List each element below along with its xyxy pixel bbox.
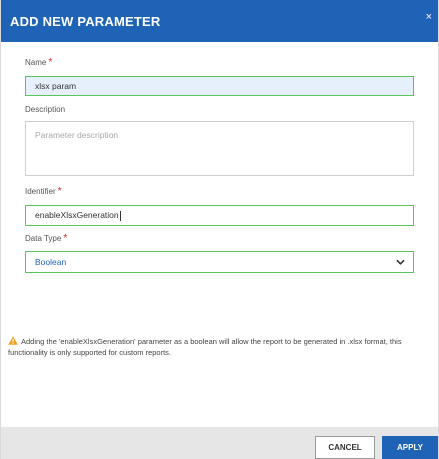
dialog-title: ADD NEW PARAMETER (10, 14, 161, 29)
data-type-select[interactable]: Boolean (25, 251, 414, 273)
warning-icon (8, 336, 18, 345)
required-mark: * (63, 233, 68, 244)
notice-message: Adding the 'enableXlsxGeneration' parame… (8, 336, 432, 358)
dialog-header: ADD NEW PARAMETER × (1, 0, 438, 42)
chevron-down-icon[interactable] (396, 258, 405, 267)
apply-button[interactable]: APPLY (382, 436, 438, 459)
identifier-label-text: Identifier (25, 187, 56, 196)
identifier-label: Identifier * (25, 186, 62, 197)
dialog-footer: CANCEL APPLY (1, 427, 438, 459)
notice-text: Adding the 'enableXlsxGeneration' parame… (8, 337, 402, 357)
text-caret (119, 210, 121, 221)
description-label: Description (25, 105, 66, 114)
name-input[interactable]: xlsx param (25, 76, 414, 96)
description-input[interactable]: Parameter description (25, 121, 414, 176)
identifier-value: enableXlsxGeneration (35, 210, 119, 220)
close-icon[interactable]: × (426, 12, 432, 23)
name-label-text: Name (25, 58, 47, 67)
required-mark: * (48, 57, 53, 68)
cancel-button[interactable]: CANCEL (315, 436, 375, 459)
data-type-label: Data Type * (25, 233, 67, 244)
required-mark: * (57, 186, 62, 197)
data-type-selected: Boolean (35, 257, 67, 267)
name-label: Name * (25, 57, 52, 68)
identifier-input[interactable]: enableXlsxGeneration (25, 205, 414, 226)
add-parameter-dialog: ADD NEW PARAMETER × Name * xlsx param Des… (0, 0, 439, 459)
data-type-label-text: Data Type (25, 234, 62, 243)
